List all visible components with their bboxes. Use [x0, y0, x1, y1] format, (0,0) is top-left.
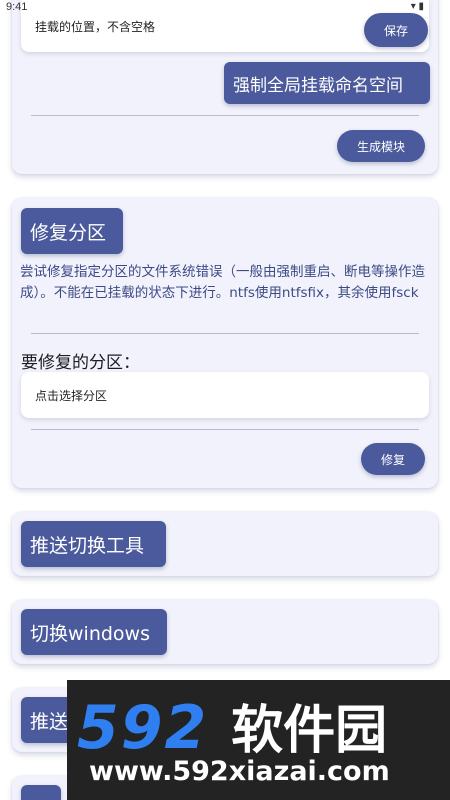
mount-divider: [31, 115, 419, 116]
partition-select[interactable]: 点击选择分区: [21, 372, 429, 418]
status-bar: 9:41 ▾ ▮: [0, 0, 450, 16]
partition-select-text: 点击选择分区: [35, 388, 108, 403]
save-button[interactable]: 保存: [364, 13, 428, 47]
push-tool-title: 推送切换工具: [30, 534, 145, 557]
mount-card: 挂载的位置，不含空格 保存 强制全局挂载命名空间 生成模块: [12, 0, 438, 174]
wifi-battery-icon: ▾ ▮: [410, 1, 424, 12]
save-button-label: 保存: [383, 23, 408, 38]
repair-button[interactable]: 修复: [361, 443, 425, 475]
repair-divider-top: [31, 333, 419, 334]
generate-module-button[interactable]: 生成模块: [337, 130, 425, 162]
force-namespace-label: 强制全局挂载命名空间: [233, 75, 403, 96]
partition-label: 要修复的分区：: [21, 353, 140, 373]
switch-windows-button[interactable]: 切换windows: [21, 609, 167, 655]
switch-windows-title: 切换windows: [30, 622, 150, 645]
watermark-url: www.592xiazai.com: [89, 756, 390, 787]
repair-title-button[interactable]: 修复分区: [21, 208, 123, 254]
bottom-card-button[interactable]: [21, 785, 61, 800]
watermark-logo: 592 软件园: [77, 693, 388, 763]
repair-button-label: 修复: [380, 452, 405, 467]
push-tool-button[interactable]: 推送切换工具: [21, 521, 166, 567]
status-time: 9:41: [6, 1, 28, 13]
repair-divider-bottom: [31, 429, 419, 430]
switch-windows-card: 切换windows: [12, 600, 438, 664]
push-tool-card: 推送切换工具: [12, 512, 438, 576]
push-partial-title: 推送: [30, 710, 69, 733]
generate-module-label: 生成模块: [356, 139, 405, 154]
repair-description: 尝试修复指定分区的文件系统错误（一般由强制重启、断电等操作造成）。不能在已挂载的…: [20, 264, 425, 301]
watermark-overlay: 592 软件园 www.592xiazai.com: [67, 680, 450, 800]
repair-card: 修复分区 尝试修复指定分区的文件系统错误（一般由强制重启、断电等操作造成）。不能…: [12, 198, 438, 488]
force-namespace-button[interactable]: 强制全局挂载命名空间: [224, 62, 430, 104]
repair-title: 修复分区: [30, 221, 107, 244]
mount-path-placeholder: 挂载的位置，不含空格: [35, 19, 156, 34]
